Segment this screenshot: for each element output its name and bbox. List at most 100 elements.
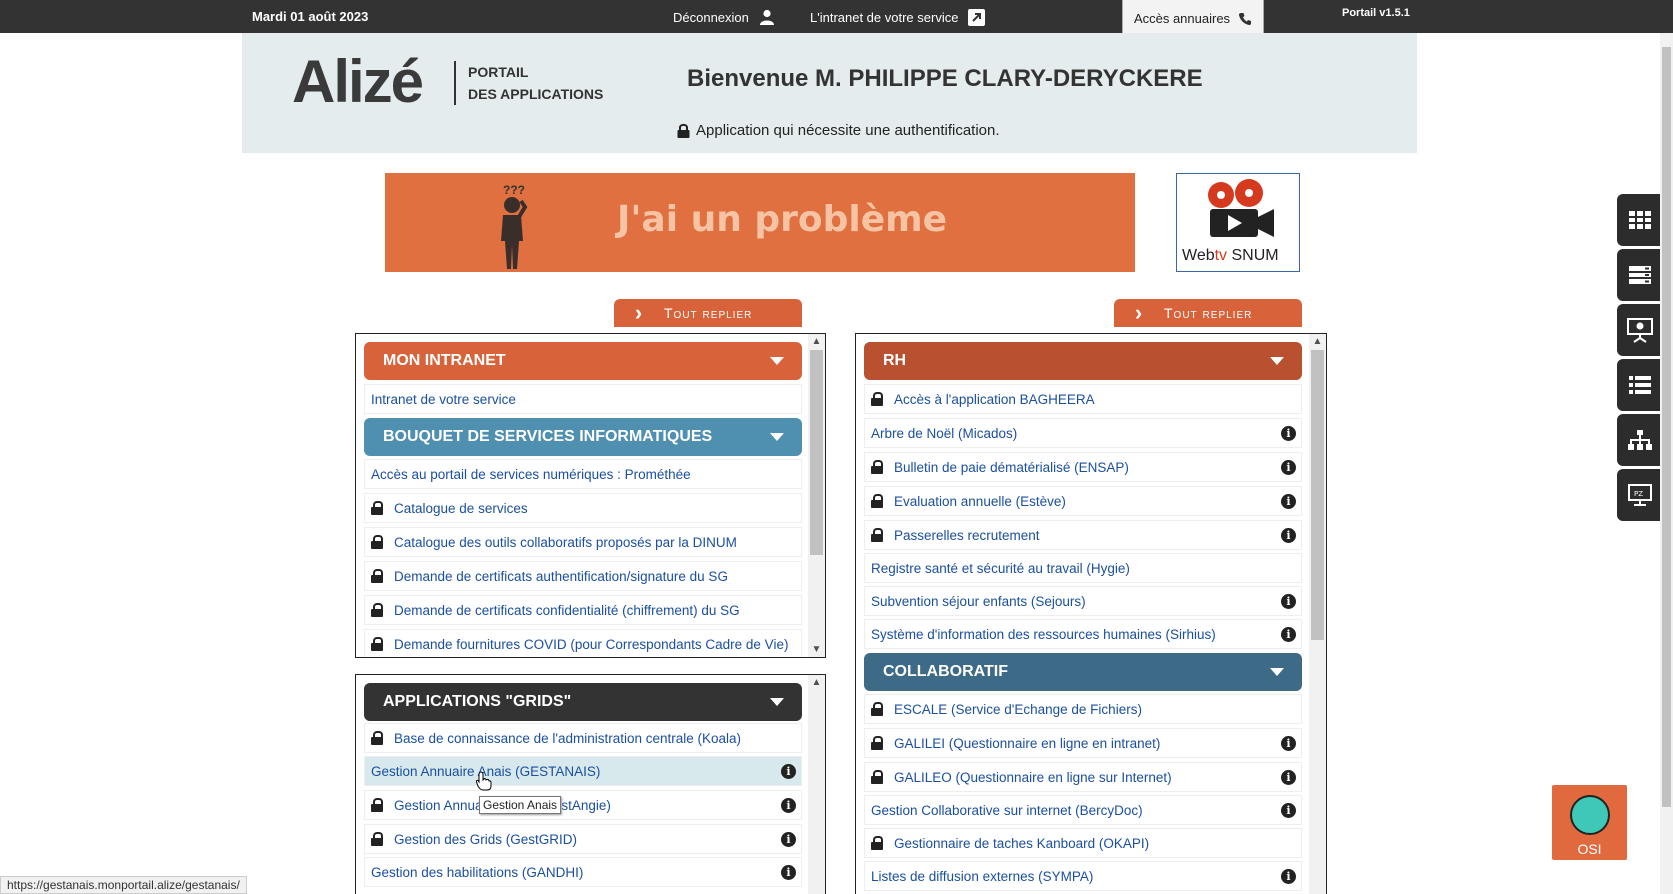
category-rh[interactable]: RH bbox=[864, 342, 1302, 380]
category-mon-intranet[interactable]: MON INTRANET bbox=[364, 342, 802, 380]
webtv-snum-link[interactable]: Webtv SNUM bbox=[1176, 173, 1300, 272]
servers-button[interactable] bbox=[1617, 249, 1663, 301]
external-link-icon bbox=[968, 9, 986, 26]
list-item[interactable]: Gestion Collaborative sur internet (Berc… bbox=[864, 795, 1302, 825]
info-icon[interactable]: i bbox=[1281, 594, 1296, 609]
info-icon[interactable]: i bbox=[781, 764, 796, 779]
scroll-down-icon[interactable]: ▼ bbox=[808, 644, 825, 655]
info-icon[interactable]: i bbox=[1281, 736, 1296, 751]
scroll-thumb[interactable] bbox=[1311, 350, 1324, 640]
list-item[interactable]: GALILEO (Questionnaire en ligne sur Inte… bbox=[864, 762, 1302, 792]
item-label: ESCALE (Service d'Echange de Fichiers) bbox=[894, 701, 1142, 717]
list-item[interactable]: Subvention séjour enfants (Sejours) i bbox=[864, 586, 1302, 616]
item-label: Système d'information des ressources hum… bbox=[871, 626, 1216, 642]
info-icon[interactable]: i bbox=[1281, 494, 1296, 509]
svg-text:PZ: PZ bbox=[1634, 490, 1643, 498]
page-scrollbar[interactable] bbox=[1660, 33, 1673, 894]
status-url: https://gestanais.monportail.alize/gesta… bbox=[0, 876, 247, 894]
info-icon[interactable]: i bbox=[781, 798, 796, 813]
tout-replier-right-button[interactable]: › Tout replier bbox=[1114, 299, 1302, 327]
list-item[interactable]: Evaluation annuelle (Estève) i bbox=[864, 486, 1302, 516]
left-top-panel[interactable]: MON INTRANET Intranet de votre service B… bbox=[355, 333, 826, 658]
left-top-scrollbar[interactable]: ▲ ▼ bbox=[808, 334, 825, 657]
info-icon[interactable]: i bbox=[781, 865, 796, 880]
left-bottom-scrollbar[interactable]: ▲ bbox=[808, 675, 825, 894]
triangle-down-icon bbox=[1270, 668, 1284, 676]
osi-mascot-icon bbox=[1570, 795, 1610, 835]
info-icon[interactable]: i bbox=[1281, 528, 1296, 543]
right-panel[interactable]: RH Accès à l'application BAGHEERA Arbre … bbox=[855, 333, 1327, 894]
scroll-up-icon[interactable]: ▲ bbox=[808, 336, 825, 347]
lock-icon bbox=[677, 123, 690, 138]
apps-grid-button[interactable] bbox=[1617, 194, 1663, 246]
category-bouquet-services[interactable]: BOUQUET DE SERVICES INFORMATIQUES bbox=[364, 418, 802, 456]
list-item[interactable]: Gestion des habilitations (GANDHI) i bbox=[364, 857, 802, 887]
sitemap-button[interactable] bbox=[1617, 414, 1663, 466]
annuaires-label: Accès annuaires bbox=[1133, 11, 1231, 26]
item-label: Gestion des Grids (GestGRID) bbox=[394, 831, 578, 847]
list-item[interactable]: GALILEI (Questionnaire en ligne en intra… bbox=[864, 728, 1302, 758]
tout-replier-left-button[interactable]: › Tout replier bbox=[614, 299, 802, 327]
list-item[interactable]: Passerelles recrutement i bbox=[864, 520, 1302, 550]
category-collaboratif[interactable]: COLLABORATIF bbox=[864, 653, 1302, 691]
info-icon[interactable]: i bbox=[781, 832, 796, 847]
logout-link[interactable]: Déconnexion bbox=[673, 9, 775, 25]
item-label: Subvention séjour enfants (Sejours) bbox=[871, 593, 1086, 609]
alize-logo[interactable]: Alizé bbox=[292, 47, 424, 116]
list-item[interactable]: Accès au portail de services numériques … bbox=[364, 459, 802, 489]
list-item[interactable]: Arbre de Noël (Micados) i bbox=[864, 418, 1302, 448]
page-scroll-thumb[interactable] bbox=[1662, 47, 1671, 807]
portal-header: Alizé PORTAIL DES APPLICATIONS Bienvenue… bbox=[242, 33, 1417, 153]
list-item[interactable]: Demande de certificats authentification/… bbox=[364, 561, 802, 591]
list-item[interactable]: Demande de certificats confidentialité (… bbox=[364, 595, 802, 625]
scroll-thumb[interactable] bbox=[810, 350, 823, 555]
item-label: Gestionnaire de taches Kanboard (OKAPI) bbox=[894, 835, 1150, 851]
info-icon[interactable]: i bbox=[1281, 803, 1296, 818]
item-label: Catalogue de services bbox=[394, 500, 528, 516]
list-item[interactable]: Demande fournitures COVID (pour Correspo… bbox=[364, 629, 802, 657]
list-item[interactable]: Intranet de votre service bbox=[364, 384, 802, 414]
list-item[interactable]: Gestion Annuaire Angie (GestAngie)i bbox=[364, 790, 802, 820]
lock-icon bbox=[371, 603, 385, 617]
film-camera-icon bbox=[1208, 179, 1274, 237]
info-icon[interactable]: i bbox=[1281, 627, 1296, 642]
scroll-up-icon[interactable]: ▲ bbox=[1309, 336, 1326, 347]
list-item[interactable]: Gestionnaire de taches Kanboard (OKAPI) bbox=[864, 828, 1302, 858]
list-item[interactable]: Registre santé et sécurité au travail (H… bbox=[864, 553, 1302, 583]
lock-icon bbox=[871, 494, 885, 508]
triangle-down-icon bbox=[770, 433, 784, 441]
item-label: Accès à l'application BAGHEERA bbox=[894, 391, 1095, 407]
list-item[interactable]: ESCALE (Service d'Echange de Fichiers) bbox=[864, 694, 1302, 724]
info-icon[interactable]: i bbox=[1281, 460, 1296, 475]
info-icon[interactable]: i bbox=[1281, 770, 1296, 785]
info-icon[interactable]: i bbox=[1281, 426, 1296, 441]
list-item[interactable]: Base de connaissance de l'administration… bbox=[364, 723, 802, 753]
list-item[interactable]: Gestion Annuaire Anais (GESTANAIS) i bbox=[364, 756, 802, 786]
list-icon bbox=[1629, 376, 1651, 394]
list-item[interactable]: Accès à l'application BAGHEERA bbox=[864, 384, 1302, 414]
list-view-button[interactable] bbox=[1617, 359, 1663, 411]
lock-icon bbox=[371, 501, 385, 515]
item-label: Gestion des habilitations (GANDHI) bbox=[371, 864, 584, 880]
scroll-up-icon[interactable]: ▲ bbox=[808, 677, 825, 688]
welcome-title: Bienvenue M. PHILIPPE CLARY-DERYCKERE bbox=[687, 65, 1203, 92]
intranet-link[interactable]: L'intranet de votre service bbox=[810, 9, 986, 26]
confused-person-icon bbox=[501, 197, 528, 269]
list-item[interactable]: Catalogue des outils collaboratifs propo… bbox=[364, 527, 802, 557]
probleme-banner[interactable]: ??? J'ai un problème bbox=[385, 173, 1135, 272]
lock-icon bbox=[371, 569, 385, 583]
osi-chat-button[interactable]: OSI bbox=[1552, 785, 1627, 860]
list-item[interactable]: Gestion des Grids (GestGRID) i bbox=[364, 824, 802, 854]
list-item[interactable]: Listes de diffusion externes (SYMPA) i bbox=[864, 861, 1302, 891]
presentation-button[interactable] bbox=[1617, 304, 1663, 356]
right-panel-scrollbar[interactable]: ▲ bbox=[1309, 334, 1326, 894]
list-item[interactable]: Système d'information des ressources hum… bbox=[864, 619, 1302, 649]
category-applications-grids[interactable]: APPLICATIONS "GRIDS" bbox=[364, 683, 802, 721]
logo-subtitle-line1: PORTAIL bbox=[468, 64, 529, 80]
left-bottom-panel[interactable]: APPLICATIONS "GRIDS" Base de connaissanc… bbox=[355, 674, 826, 894]
category-collaboratif-label: COLLABORATIF bbox=[883, 663, 1009, 680]
list-item[interactable]: Catalogue de services bbox=[364, 493, 802, 523]
pz-screen-button[interactable]: PZ bbox=[1617, 469, 1663, 521]
info-icon[interactable]: i bbox=[1281, 869, 1296, 884]
list-item[interactable]: Bulletin de paie dématérialisé (ENSAP) i bbox=[864, 452, 1302, 482]
